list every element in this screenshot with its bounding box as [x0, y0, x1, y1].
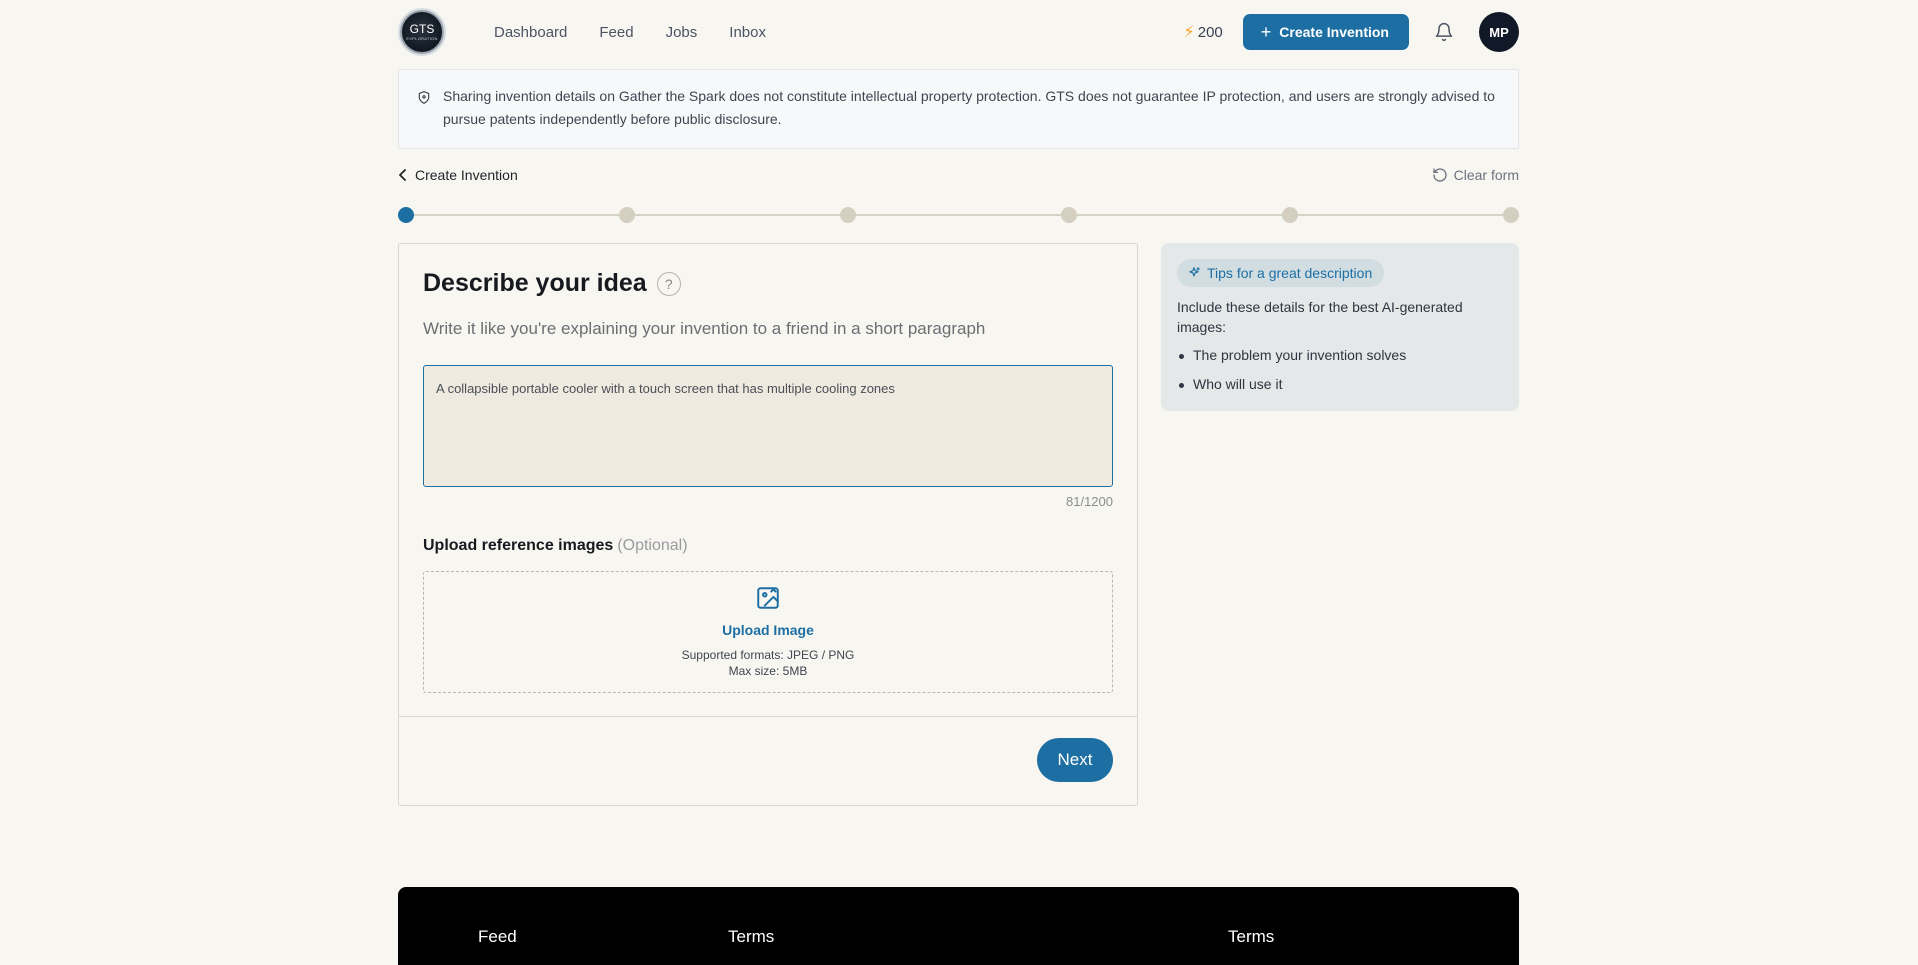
card-subtitle: Write it like you're explaining your inv…	[423, 319, 986, 338]
page-title: Create Invention	[415, 167, 518, 183]
step-3-dot[interactable]	[840, 207, 856, 223]
idea-description-input[interactable]: A collapsible portable cooler with a tou…	[423, 365, 1113, 487]
tips-panel: Tips for a great description Include the…	[1161, 243, 1519, 411]
step-5-dot[interactable]	[1282, 207, 1298, 223]
logo-text: GTS	[409, 22, 435, 36]
disclaimer-text: Sharing invention details on Gather the …	[443, 88, 1495, 127]
gts-logo[interactable]: GTS EXPLORATION	[400, 10, 444, 54]
step-6-dot[interactable]	[1503, 207, 1519, 223]
credits-display[interactable]: ⚡ 200	[1184, 22, 1223, 42]
footer-heading-terms[interactable]: Terms	[728, 927, 774, 947]
plus-icon: +	[1260, 22, 1272, 42]
image-dropzone[interactable]: Upload Image Supported formats: JPEG / P…	[423, 571, 1113, 693]
shield-icon	[417, 89, 431, 112]
tips-list: The problem your invention solves Who wi…	[1177, 346, 1503, 393]
progress-stepper	[398, 205, 1519, 225]
describe-idea-card: Describe your idea ? Write it like you'r…	[398, 243, 1138, 806]
tips-badge: Tips for a great description	[1177, 259, 1385, 287]
list-item: Who will use it	[1177, 375, 1503, 393]
top-header: GTS EXPLORATION Dashboard Feed Jobs Inbo…	[398, 0, 1519, 64]
page-subheader: Create Invention Clear form	[398, 163, 1519, 187]
step-1-dot[interactable]	[398, 207, 414, 223]
reset-icon	[1432, 168, 1447, 182]
nav-feed[interactable]: Feed	[599, 24, 633, 41]
main-nav: Dashboard Feed Jobs Inbox	[494, 24, 766, 41]
nav-dashboard[interactable]: Dashboard	[494, 24, 567, 41]
stepper-track	[406, 214, 1511, 216]
optional-tag: (Optional)	[617, 537, 688, 554]
avatar[interactable]: MP	[1479, 12, 1519, 52]
header-actions: ⚡ 200 + Create Invention MP	[1184, 12, 1519, 52]
nav-inbox[interactable]: Inbox	[729, 24, 766, 41]
create-invention-label: Create Invention	[1279, 24, 1389, 40]
credits-count: 200	[1197, 23, 1223, 41]
character-counter: 81/1200	[1066, 494, 1113, 509]
bell-icon[interactable]	[1433, 21, 1455, 43]
sparkle-icon	[1189, 267, 1200, 277]
max-size: Max size: 5MB	[728, 664, 808, 678]
upload-label-text: Upload reference images	[423, 537, 614, 554]
help-icon[interactable]: ?	[656, 271, 681, 296]
back-link[interactable]: Create Invention	[398, 167, 518, 183]
footer-link-feed[interactable]: Feed	[478, 927, 517, 947]
lightning-icon: ⚡	[1183, 24, 1195, 41]
image-upload-icon	[755, 585, 781, 616]
upload-requirements: Supported formats: JPEG / PNG Max size: …	[682, 647, 855, 679]
tips-intro: Include these details for the best AI-ge…	[1177, 299, 1463, 335]
clear-form-label: Clear form	[1453, 167, 1519, 183]
upload-section-label: Upload reference images (Optional)	[423, 537, 688, 555]
create-invention-button[interactable]: + Create Invention	[1242, 14, 1409, 50]
footer: Feed Terms Terms	[398, 887, 1519, 965]
step-2-dot[interactable]	[619, 207, 635, 223]
tips-badge-label: Tips for a great description	[1207, 265, 1373, 281]
ip-disclaimer-banner: Sharing invention details on Gather the …	[398, 69, 1519, 149]
clear-form-button[interactable]: Clear form	[1432, 167, 1519, 183]
chevron-left-icon	[399, 169, 406, 181]
footer-heading-terms-2[interactable]: Terms	[1228, 927, 1274, 947]
next-button[interactable]: Next	[1037, 738, 1113, 782]
card-title-row: Describe your idea ?	[423, 269, 681, 298]
nav-jobs[interactable]: Jobs	[666, 24, 698, 41]
card-title: Describe your idea	[423, 269, 647, 297]
upload-image-button[interactable]: Upload Image	[722, 622, 814, 638]
logo-subtext: EXPLORATION	[406, 36, 438, 41]
supported-formats: Supported formats: JPEG / PNG	[681, 648, 855, 662]
step-4-dot[interactable]	[1061, 207, 1077, 223]
card-divider	[399, 716, 1137, 717]
list-item: The problem your invention solves	[1177, 346, 1503, 364]
